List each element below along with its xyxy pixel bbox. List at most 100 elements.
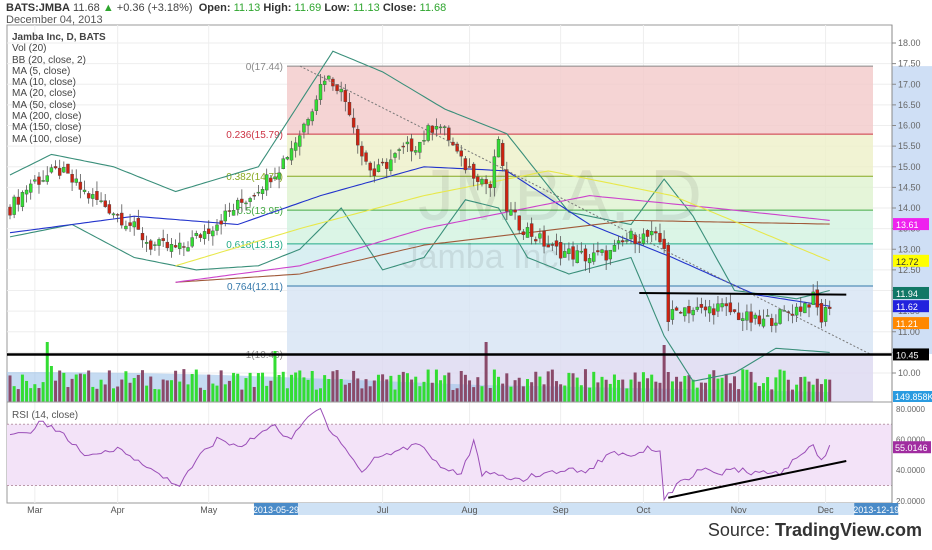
volume-bar xyxy=(513,380,517,402)
volume-bar xyxy=(530,382,534,402)
candle-body xyxy=(37,176,41,185)
candle-body xyxy=(169,243,174,252)
volume-bar xyxy=(778,369,782,402)
candle-body xyxy=(674,307,679,311)
legend-item[interactable]: MA (200, close) xyxy=(12,111,106,122)
candle-body xyxy=(405,141,410,145)
volume-bar xyxy=(314,389,318,402)
volume-bar xyxy=(422,381,426,402)
volume-bar xyxy=(248,372,252,402)
volume-bar xyxy=(124,371,128,402)
volume-bar xyxy=(376,374,380,402)
volume-bar xyxy=(54,380,58,402)
candle-body xyxy=(293,142,298,151)
volume-bar xyxy=(480,386,484,402)
candle-body xyxy=(616,240,621,244)
volume-bar xyxy=(397,374,401,402)
candle-body xyxy=(302,123,306,133)
legend-item[interactable]: MA (50, close) xyxy=(12,100,106,111)
price-tick-label: 14.50 xyxy=(898,182,921,192)
price-tick-label: 15.00 xyxy=(898,162,921,172)
volume-bar xyxy=(62,372,66,402)
legend-item[interactable]: Jamba Inc, D, BATS xyxy=(12,32,106,43)
price-tick-label: 17.00 xyxy=(898,79,921,89)
volume-bar xyxy=(414,376,418,402)
candle-body xyxy=(409,138,414,152)
volume-bar xyxy=(16,389,20,402)
candle-body xyxy=(269,177,273,183)
volume-bar xyxy=(116,386,120,402)
candle-body xyxy=(662,238,666,249)
volume-bar xyxy=(223,384,227,402)
volume-bar xyxy=(74,374,78,402)
candle-body xyxy=(397,149,401,151)
legend-item[interactable]: BB (20, close, 2) xyxy=(12,55,106,66)
price-tick-label: 10.00 xyxy=(898,368,921,378)
candle-body xyxy=(376,164,381,172)
candle-body xyxy=(95,191,99,200)
legend-item[interactable]: MA (10, close) xyxy=(12,77,106,88)
rsi-tick-label: 40.0000 xyxy=(896,466,925,475)
candle-body xyxy=(641,233,646,244)
candle-body xyxy=(285,157,290,160)
candle-body xyxy=(707,306,712,314)
volume-bar xyxy=(517,377,521,402)
candle-body xyxy=(202,231,207,239)
volume-bar xyxy=(571,373,575,402)
legend-item[interactable]: Vol (20) xyxy=(12,43,106,54)
candle-body xyxy=(74,178,78,183)
candle-body xyxy=(724,303,728,307)
volume-bar xyxy=(774,377,778,402)
candle-body xyxy=(273,176,277,180)
volume-bar xyxy=(583,369,587,402)
candle-body xyxy=(20,192,25,207)
volume-bar xyxy=(476,377,480,402)
legend-item[interactable]: MA (5, close) xyxy=(12,66,106,77)
candle-body xyxy=(165,241,170,249)
volume-bar xyxy=(265,385,269,402)
volume-bar xyxy=(294,372,298,402)
volume-bar xyxy=(451,389,455,402)
volume-bar xyxy=(641,372,645,402)
volume-bar xyxy=(803,376,807,402)
legend-item[interactable]: MA (150, close) xyxy=(12,122,106,133)
volume-bar xyxy=(25,380,29,402)
candle-body xyxy=(558,242,563,259)
candle-body xyxy=(823,307,828,322)
volume-bar xyxy=(165,380,169,402)
candle-body xyxy=(761,318,766,327)
volume-bar xyxy=(521,386,525,402)
volume-bar xyxy=(219,370,223,402)
candle-body xyxy=(732,309,737,312)
volume-bar xyxy=(683,375,687,402)
legend-item[interactable]: MA (100, close) xyxy=(12,134,106,145)
volume-bar xyxy=(828,379,832,402)
volume-bar xyxy=(554,381,558,402)
price-tick-label: 18.00 xyxy=(898,38,921,48)
volume-bar xyxy=(447,372,451,402)
candle-body xyxy=(600,249,604,253)
candle-body xyxy=(538,233,542,239)
candle-body xyxy=(803,303,807,314)
volume-bar xyxy=(347,383,351,402)
candle-body xyxy=(132,221,136,228)
candle-body xyxy=(654,231,658,234)
price-chart[interactable]: 0(17.44)0.236(15.79)0.382(14.77)0.5(13.9… xyxy=(0,0,932,550)
volume-bar xyxy=(579,385,583,402)
candle-body xyxy=(629,230,633,240)
volume-bar xyxy=(749,371,753,402)
volume-bar xyxy=(497,376,501,402)
candle-body xyxy=(484,179,488,185)
volume-bar xyxy=(650,374,654,402)
volume-bar xyxy=(546,371,550,402)
candle-body xyxy=(322,80,327,85)
volume-bar xyxy=(418,386,422,402)
volume-bar xyxy=(327,379,331,402)
legend-item[interactable]: MA (20, close) xyxy=(12,88,106,99)
candle-body xyxy=(178,242,182,249)
volume-bar xyxy=(269,380,273,402)
candle-body xyxy=(459,150,463,157)
volume-bar xyxy=(236,373,240,402)
volume-bar xyxy=(194,369,198,402)
candle-body xyxy=(41,180,45,182)
